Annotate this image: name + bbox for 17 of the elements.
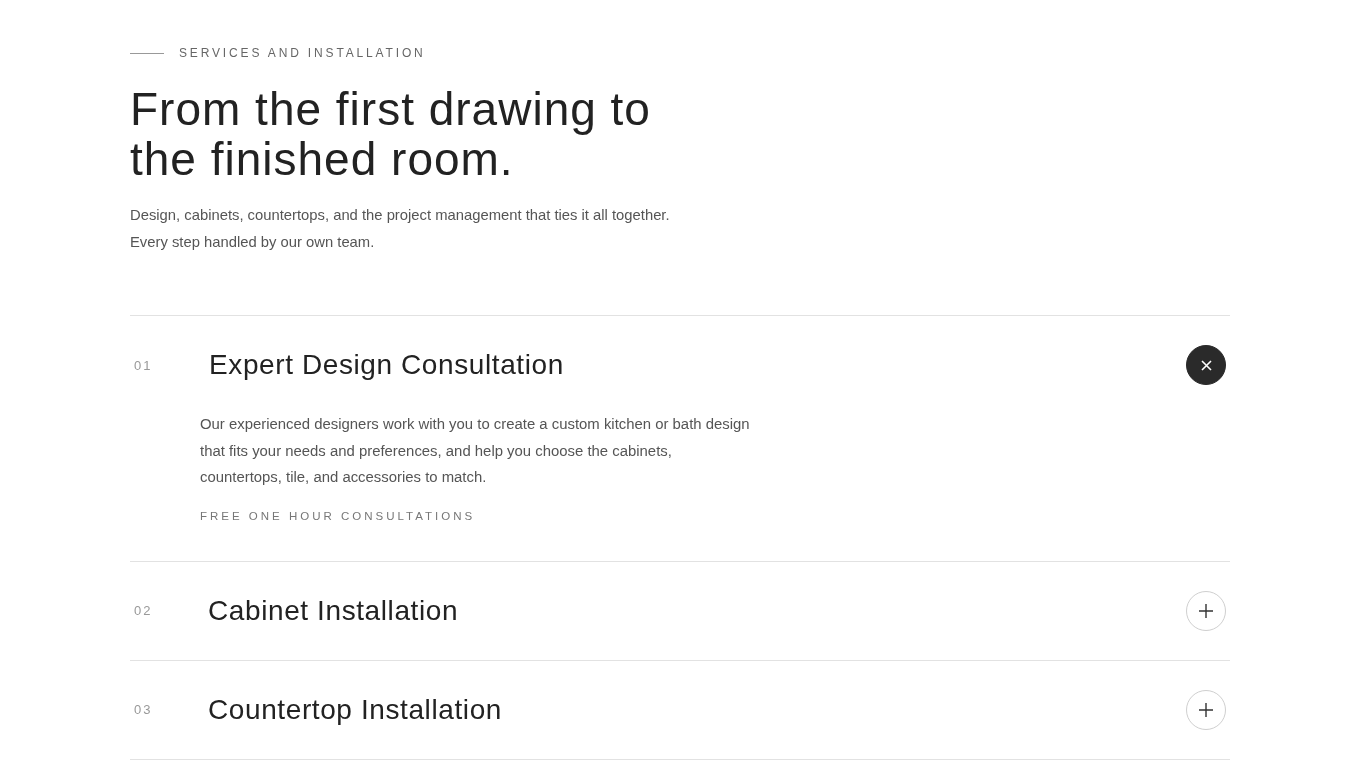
eyebrow-label: SERVICES AND INSTALLATION (179, 45, 426, 62)
service-title[interactable]: Countertop Installation (208, 693, 1186, 726)
collapse-button[interactable] (1186, 345, 1226, 385)
service-number: 02 (133, 603, 154, 618)
service-title[interactable]: Cabinet Installation (208, 594, 1186, 627)
plus-icon (1199, 603, 1213, 618)
expand-button[interactable] (1186, 689, 1226, 730)
service-number: 01 (133, 357, 154, 373)
section-heading: From the first drawing to the finished room. (130, 84, 652, 184)
service-note: FREE ONE HOUR CONSULTATIONS (200, 509, 476, 522)
plus-icon (1199, 702, 1213, 717)
expand-button[interactable] (1186, 590, 1226, 631)
service-description: Our experienced designers work with you to create a custom kitchen or bath design that fits your needs and preferences, and help you choose the cabinets, countertops, tile, and accessories to match. (200, 415, 751, 487)
service-title[interactable]: Expert Design Consultation (208, 349, 1186, 381)
service-number: 03 (133, 702, 154, 717)
close-icon (1200, 359, 1212, 371)
intro-text: Design, cabinets, countertops, and the project management that ties it all together. Every step handled by our own team. (130, 206, 671, 252)
